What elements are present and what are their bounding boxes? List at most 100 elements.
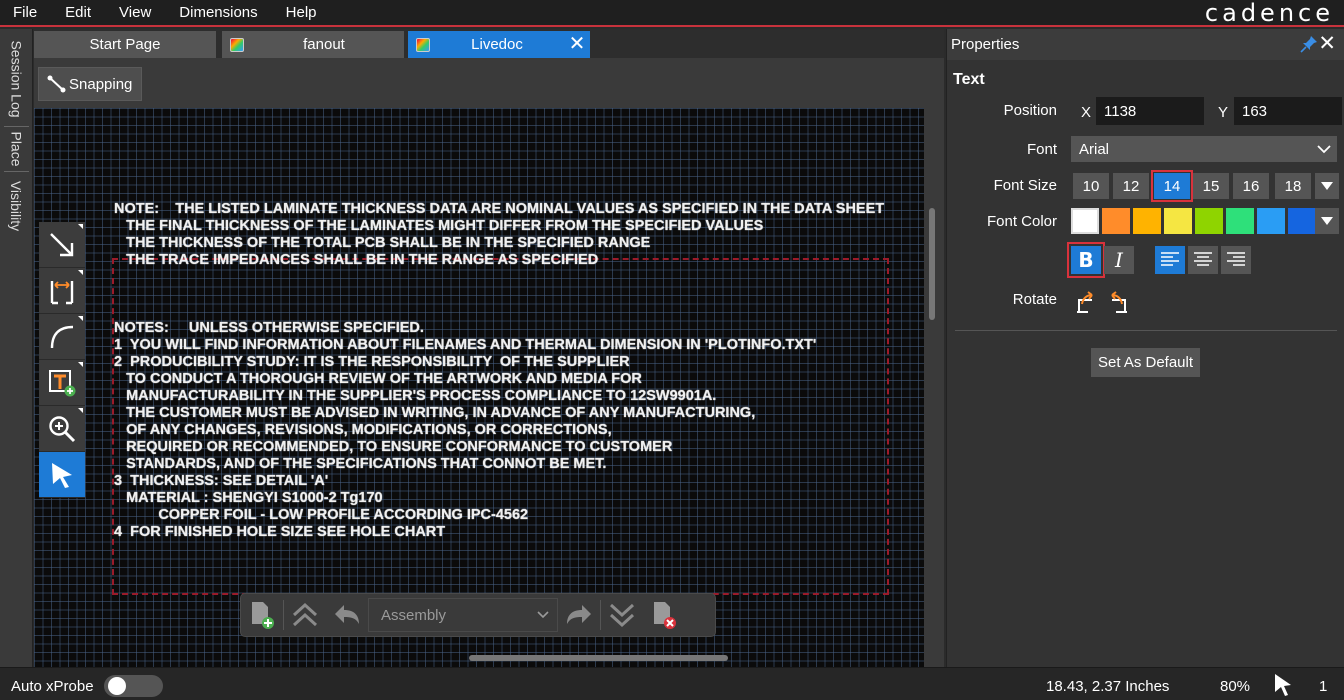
zoom-in-icon xyxy=(49,415,76,442)
chevron-down-icon xyxy=(1317,144,1331,153)
font-select[interactable]: Arial xyxy=(1071,136,1337,162)
font-size-14-button[interactable]: 14 xyxy=(1151,170,1193,202)
color-swatch[interactable] xyxy=(1288,208,1316,234)
horizontal-scrollbar[interactable] xyxy=(469,655,728,661)
rotate-label: Rotate xyxy=(1012,291,1057,308)
color-swatch[interactable] xyxy=(1071,208,1099,234)
position-label: Position xyxy=(1003,102,1057,119)
note-line: THE THICKNESS OF THE TOTAL PCB SHALL BE … xyxy=(114,235,651,251)
panel-title: Properties xyxy=(951,36,1020,53)
snapping-icon xyxy=(47,75,66,93)
note-line: 4 FOR FINISHED HOLE SIZE SEE HOLE CHART xyxy=(114,524,446,540)
tab-fanout[interactable]: fanout xyxy=(222,31,404,58)
arc-tool[interactable] xyxy=(39,314,85,360)
tab-separator xyxy=(4,171,29,172)
font-size-16-button[interactable]: 16 xyxy=(1233,173,1269,199)
align-left-button[interactable] xyxy=(1155,246,1185,274)
tab-visibility[interactable]: Visibility xyxy=(0,175,33,237)
section-title: Text xyxy=(953,71,985,88)
bold-button[interactable]: B xyxy=(1067,242,1105,278)
tab-place[interactable]: Place xyxy=(0,129,33,169)
menu-edit[interactable]: Edit xyxy=(51,0,105,25)
layer-select-value: Assembly xyxy=(381,606,447,624)
note-line: TO CONDUCT A THOROUGH REVIEW OF THE ARTW… xyxy=(114,371,642,387)
note-line: THE TRACE IMPEDANCES SHALL BE IN THE RAN… xyxy=(114,252,599,268)
note-line: MANUFACTURABILITY IN THE SUPPLIER'S PROC… xyxy=(114,388,717,404)
note-line: THE FINAL THICKNESS OF THE LAMINATES MIG… xyxy=(114,218,764,234)
back-button[interactable] xyxy=(326,594,368,636)
font-size-15-button[interactable]: 15 xyxy=(1193,173,1229,199)
color-swatch[interactable] xyxy=(1195,208,1223,234)
add-text-tool[interactable] xyxy=(39,360,85,406)
y-position-field[interactable]: 163 xyxy=(1234,97,1342,125)
x-position-field[interactable]: 1138 xyxy=(1096,97,1204,125)
note-line: MATERIAL : SHENGYI S1000-2 Tg170 xyxy=(114,490,383,506)
tab-start-page[interactable]: Start Page xyxy=(34,31,216,58)
menu-file[interactable]: File xyxy=(0,0,51,25)
select-tool[interactable] xyxy=(39,452,85,498)
tab-separator xyxy=(4,126,29,127)
chevron-down-icon xyxy=(537,611,549,619)
double-chevron-up-icon xyxy=(292,602,318,627)
forward-button[interactable] xyxy=(558,594,600,636)
menu-view[interactable]: View xyxy=(105,0,165,25)
delete-sheet-icon xyxy=(654,602,676,629)
font-size-12-button[interactable]: 12 xyxy=(1113,173,1149,199)
font-select-value: Arial xyxy=(1079,140,1110,158)
rotate-counterclockwise-button[interactable] xyxy=(1104,288,1132,316)
auto-xprobe-toggle[interactable] xyxy=(104,675,163,697)
layer-select[interactable]: Assembly xyxy=(368,598,558,632)
auto-xprobe-label: Auto xProbe xyxy=(11,678,94,695)
color-swatch[interactable] xyxy=(1257,208,1285,234)
rotate-clockwise-button[interactable] xyxy=(1072,288,1100,316)
note-line: 1 YOU WILL FIND INFORMATION ABOUT FILENA… xyxy=(114,337,817,353)
more-sizes-button[interactable] xyxy=(1315,173,1339,199)
menu-help[interactable]: Help xyxy=(272,0,331,25)
select-pointer-icon xyxy=(52,462,72,488)
vertical-scrollbar[interactable] xyxy=(929,208,935,320)
y-label: Y xyxy=(1218,104,1229,121)
note-line: THE CUSTOMER MUST BE ADVISED IN WRITING,… xyxy=(114,405,756,421)
dimension-tool[interactable] xyxy=(39,268,85,314)
color-swatch[interactable] xyxy=(1102,208,1130,234)
design-file-icon xyxy=(416,37,430,52)
color-swatch[interactable] xyxy=(1133,208,1161,234)
tab-label: fanout xyxy=(303,36,345,53)
tab-session-log[interactable]: Session Log xyxy=(0,33,33,125)
caret-down-icon xyxy=(1321,217,1333,225)
note-line: STANDARDS, AND OF THE SPECIFICATIONS THA… xyxy=(114,456,607,472)
font-size-10-button[interactable]: 10 xyxy=(1073,173,1109,199)
delete-sheet-button[interactable] xyxy=(643,594,685,636)
align-right-button[interactable] xyxy=(1221,246,1251,274)
move-down-button[interactable] xyxy=(601,594,643,636)
x-label: X xyxy=(1081,104,1092,121)
pin-icon[interactable] xyxy=(1300,35,1318,53)
snapping-button[interactable]: Snapping xyxy=(38,67,142,101)
move-up-button[interactable] xyxy=(284,594,326,636)
italic-button[interactable]: I xyxy=(1104,246,1134,274)
font-size-label: Font Size xyxy=(993,177,1057,194)
note-line: 3 THICKNESS: SEE DETAIL 'A' xyxy=(114,473,329,489)
color-swatch[interactable] xyxy=(1226,208,1254,234)
redo-arrow-icon xyxy=(567,605,591,624)
color-swatch[interactable] xyxy=(1164,208,1192,234)
add-text-icon xyxy=(49,369,76,396)
set-as-default-button[interactable]: Set As Default xyxy=(1091,348,1200,377)
properties-panel: Properties ✕ Text Position X 1138 Y 163 … xyxy=(946,29,1344,667)
draw-arrow-tool[interactable] xyxy=(39,222,85,268)
tab-livedoc[interactable]: Livedoc ✕ xyxy=(408,31,590,58)
more-colors-button[interactable] xyxy=(1315,208,1339,234)
dimension-icon xyxy=(50,280,74,304)
divider xyxy=(955,330,1337,331)
arrow-line-icon xyxy=(50,232,74,256)
close-icon[interactable]: ✕ xyxy=(1318,31,1336,56)
font-size-18-button[interactable]: 18 xyxy=(1275,173,1311,199)
add-sheet-button[interactable] xyxy=(241,594,283,636)
tool-palette xyxy=(39,222,87,498)
properties-header: Properties ✕ xyxy=(947,29,1344,60)
add-sheet-icon xyxy=(252,602,274,629)
align-center-button[interactable] xyxy=(1188,246,1218,274)
close-icon[interactable]: ✕ xyxy=(564,31,590,58)
menu-dimensions[interactable]: Dimensions xyxy=(165,0,271,25)
zoom-tool[interactable] xyxy=(39,406,85,452)
